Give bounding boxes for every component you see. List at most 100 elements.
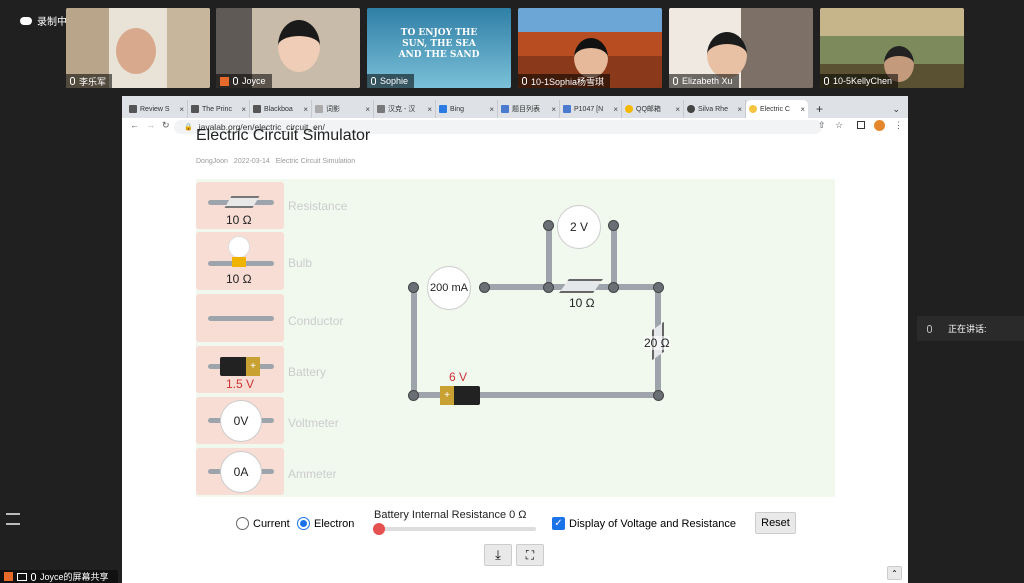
recording-label: 录制中	[37, 17, 67, 28]
close-icon: ×	[800, 104, 805, 114]
mic-icon	[70, 77, 75, 85]
junction-node[interactable]	[408, 390, 419, 401]
tab-favicon	[315, 105, 323, 113]
reset-button[interactable]: Reset	[755, 512, 796, 534]
mic-icon	[233, 77, 238, 85]
checkbox-checked[interactable]: ✓	[552, 517, 565, 530]
tab-favicon	[501, 105, 509, 113]
list-icon[interactable]	[6, 513, 20, 525]
battery-voltage: 6 V	[449, 370, 468, 384]
participant-tile[interactable]: Elizabeth Xu	[669, 8, 813, 88]
wire-icon	[208, 316, 274, 321]
wire[interactable]	[546, 223, 552, 287]
zigzag-icon	[224, 196, 260, 208]
tab-bar: Review S × The Princ × Blackboa × 词影 × 汉克 - …	[122, 96, 908, 118]
browser-tab[interactable]: 词影 ×	[312, 100, 374, 118]
participant-face	[278, 20, 320, 72]
screen-share-tag: Joyce的屏幕共享	[0, 570, 118, 583]
browser-tab[interactable]: P1047 [N ×	[560, 100, 622, 118]
mic-icon	[31, 572, 36, 581]
participant-name-tag: Elizabeth Xu	[669, 74, 739, 88]
participant-tile[interactable]: Joyce	[216, 8, 360, 88]
tool-resistance[interactable]: 10 Ω	[196, 182, 284, 229]
browser-tab[interactable]: Silva Rhe ×	[684, 100, 746, 118]
tool-conductor[interactable]	[196, 294, 284, 342]
author[interactable]: DongJoon	[196, 158, 228, 165]
browser-tab[interactable]: Review S ×	[126, 100, 188, 118]
tool-bulb[interactable]: 10 Ω	[196, 232, 284, 290]
back-icon[interactable]: ←	[130, 120, 139, 130]
simulator-canvas[interactable]	[196, 179, 835, 497]
tab-favicon	[377, 105, 385, 113]
junction-node[interactable]	[608, 220, 619, 231]
tool-battery[interactable]: + 1.5 V	[196, 346, 284, 393]
user-icon	[4, 572, 13, 581]
bulb-icon	[228, 236, 250, 258]
sidepanel-icon[interactable]	[857, 121, 865, 129]
category[interactable]: Electric Circuit Simulation	[276, 158, 355, 165]
browser-tab[interactable]: The Princ ×	[188, 100, 250, 118]
browser-tab[interactable]: Bing ×	[436, 100, 498, 118]
close-icon: ×	[365, 104, 370, 114]
browser-tab-active[interactable]: Electric C ×	[746, 100, 808, 118]
electron-radio[interactable]: Electron	[297, 517, 354, 530]
current-radio[interactable]: Current	[236, 517, 290, 530]
recording-indicator[interactable]: 录制中	[20, 13, 67, 28]
browser-tab[interactable]: Blackboa ×	[250, 100, 312, 118]
tool-ammeter[interactable]: 0A	[196, 448, 284, 495]
lock-icon: 🔒	[184, 124, 193, 131]
wire[interactable]	[611, 223, 617, 287]
menu-icon[interactable]: ⋮	[894, 120, 903, 131]
reload-icon[interactable]: ↻	[162, 120, 170, 131]
browser-tab[interactable]: QQ邮箱 ×	[622, 100, 684, 118]
post-meta: DongJoon 2022-03-14 Electric Circuit Sim…	[196, 158, 355, 165]
voltmeter[interactable]: 2 V	[557, 205, 601, 249]
slider-handle[interactable]	[373, 523, 385, 535]
mic-icon	[371, 77, 376, 85]
tab-favicon	[563, 105, 571, 113]
junction-node[interactable]	[543, 220, 554, 231]
internal-resistance-slider[interactable]	[378, 527, 536, 531]
junction-node[interactable]	[543, 282, 554, 293]
forward-icon[interactable]: →	[146, 120, 155, 130]
junction-node[interactable]	[479, 282, 490, 293]
tool-voltmeter[interactable]: 0V	[196, 397, 284, 444]
display-checkbox[interactable]: ✓ Display of Voltage and Resistance	[552, 517, 736, 530]
browser-tab[interactable]: 汉克 - 汉 ×	[374, 100, 436, 118]
close-icon: ×	[179, 104, 184, 114]
participant-name-tag: 10-1Sophia杨雪琪	[518, 74, 611, 88]
wire[interactable]	[411, 284, 417, 395]
participant-name-tag: 李乐军	[66, 74, 113, 88]
participant-tile[interactable]: TO ENJOY THE SUN, THE SEA AND THE SAND S…	[367, 8, 511, 88]
download-icon[interactable]: ⤓	[484, 544, 512, 566]
fullscreen-icon[interactable]: ⛶	[516, 544, 544, 566]
ammeter[interactable]: 200 mA	[427, 266, 471, 310]
bookmark-icon[interactable]: ☆	[835, 120, 843, 131]
tab-favicon	[129, 105, 137, 113]
junction-node[interactable]	[653, 282, 664, 293]
browser-tab[interactable]: 题目列表 ×	[498, 100, 560, 118]
close-icon: ×	[427, 104, 432, 114]
radio-electron[interactable]	[297, 517, 310, 530]
tab-favicon	[191, 105, 199, 113]
junction-node[interactable]	[408, 282, 419, 293]
close-icon: ×	[303, 104, 308, 114]
junction-node[interactable]	[653, 390, 664, 401]
tab-favicon	[625, 105, 633, 113]
page-title: Electric Circuit Simulator	[196, 127, 371, 140]
participant-name-tag: Joyce	[216, 74, 272, 88]
radio-current[interactable]	[236, 517, 249, 530]
share-icon[interactable]: ⇧	[818, 120, 826, 131]
participant-name-tag: 10-5KellyChen	[820, 74, 899, 88]
resistor-value: 10 Ω	[569, 296, 595, 310]
profile-avatar[interactable]	[874, 120, 885, 131]
participant-tile[interactable]: 10-1Sophia杨雪琪	[518, 8, 662, 88]
new-tab-button[interactable]: +	[808, 102, 831, 118]
participant-tile[interactable]: 10-5KellyChen	[820, 8, 964, 88]
junction-node[interactable]	[608, 282, 619, 293]
participant-face	[707, 32, 747, 78]
participant-tile[interactable]: 李乐军	[66, 8, 210, 88]
scroll-top-button[interactable]: ⌃	[887, 566, 902, 580]
tab-favicon	[749, 105, 757, 113]
tab-search-icon[interactable]: ⌄	[884, 104, 908, 118]
